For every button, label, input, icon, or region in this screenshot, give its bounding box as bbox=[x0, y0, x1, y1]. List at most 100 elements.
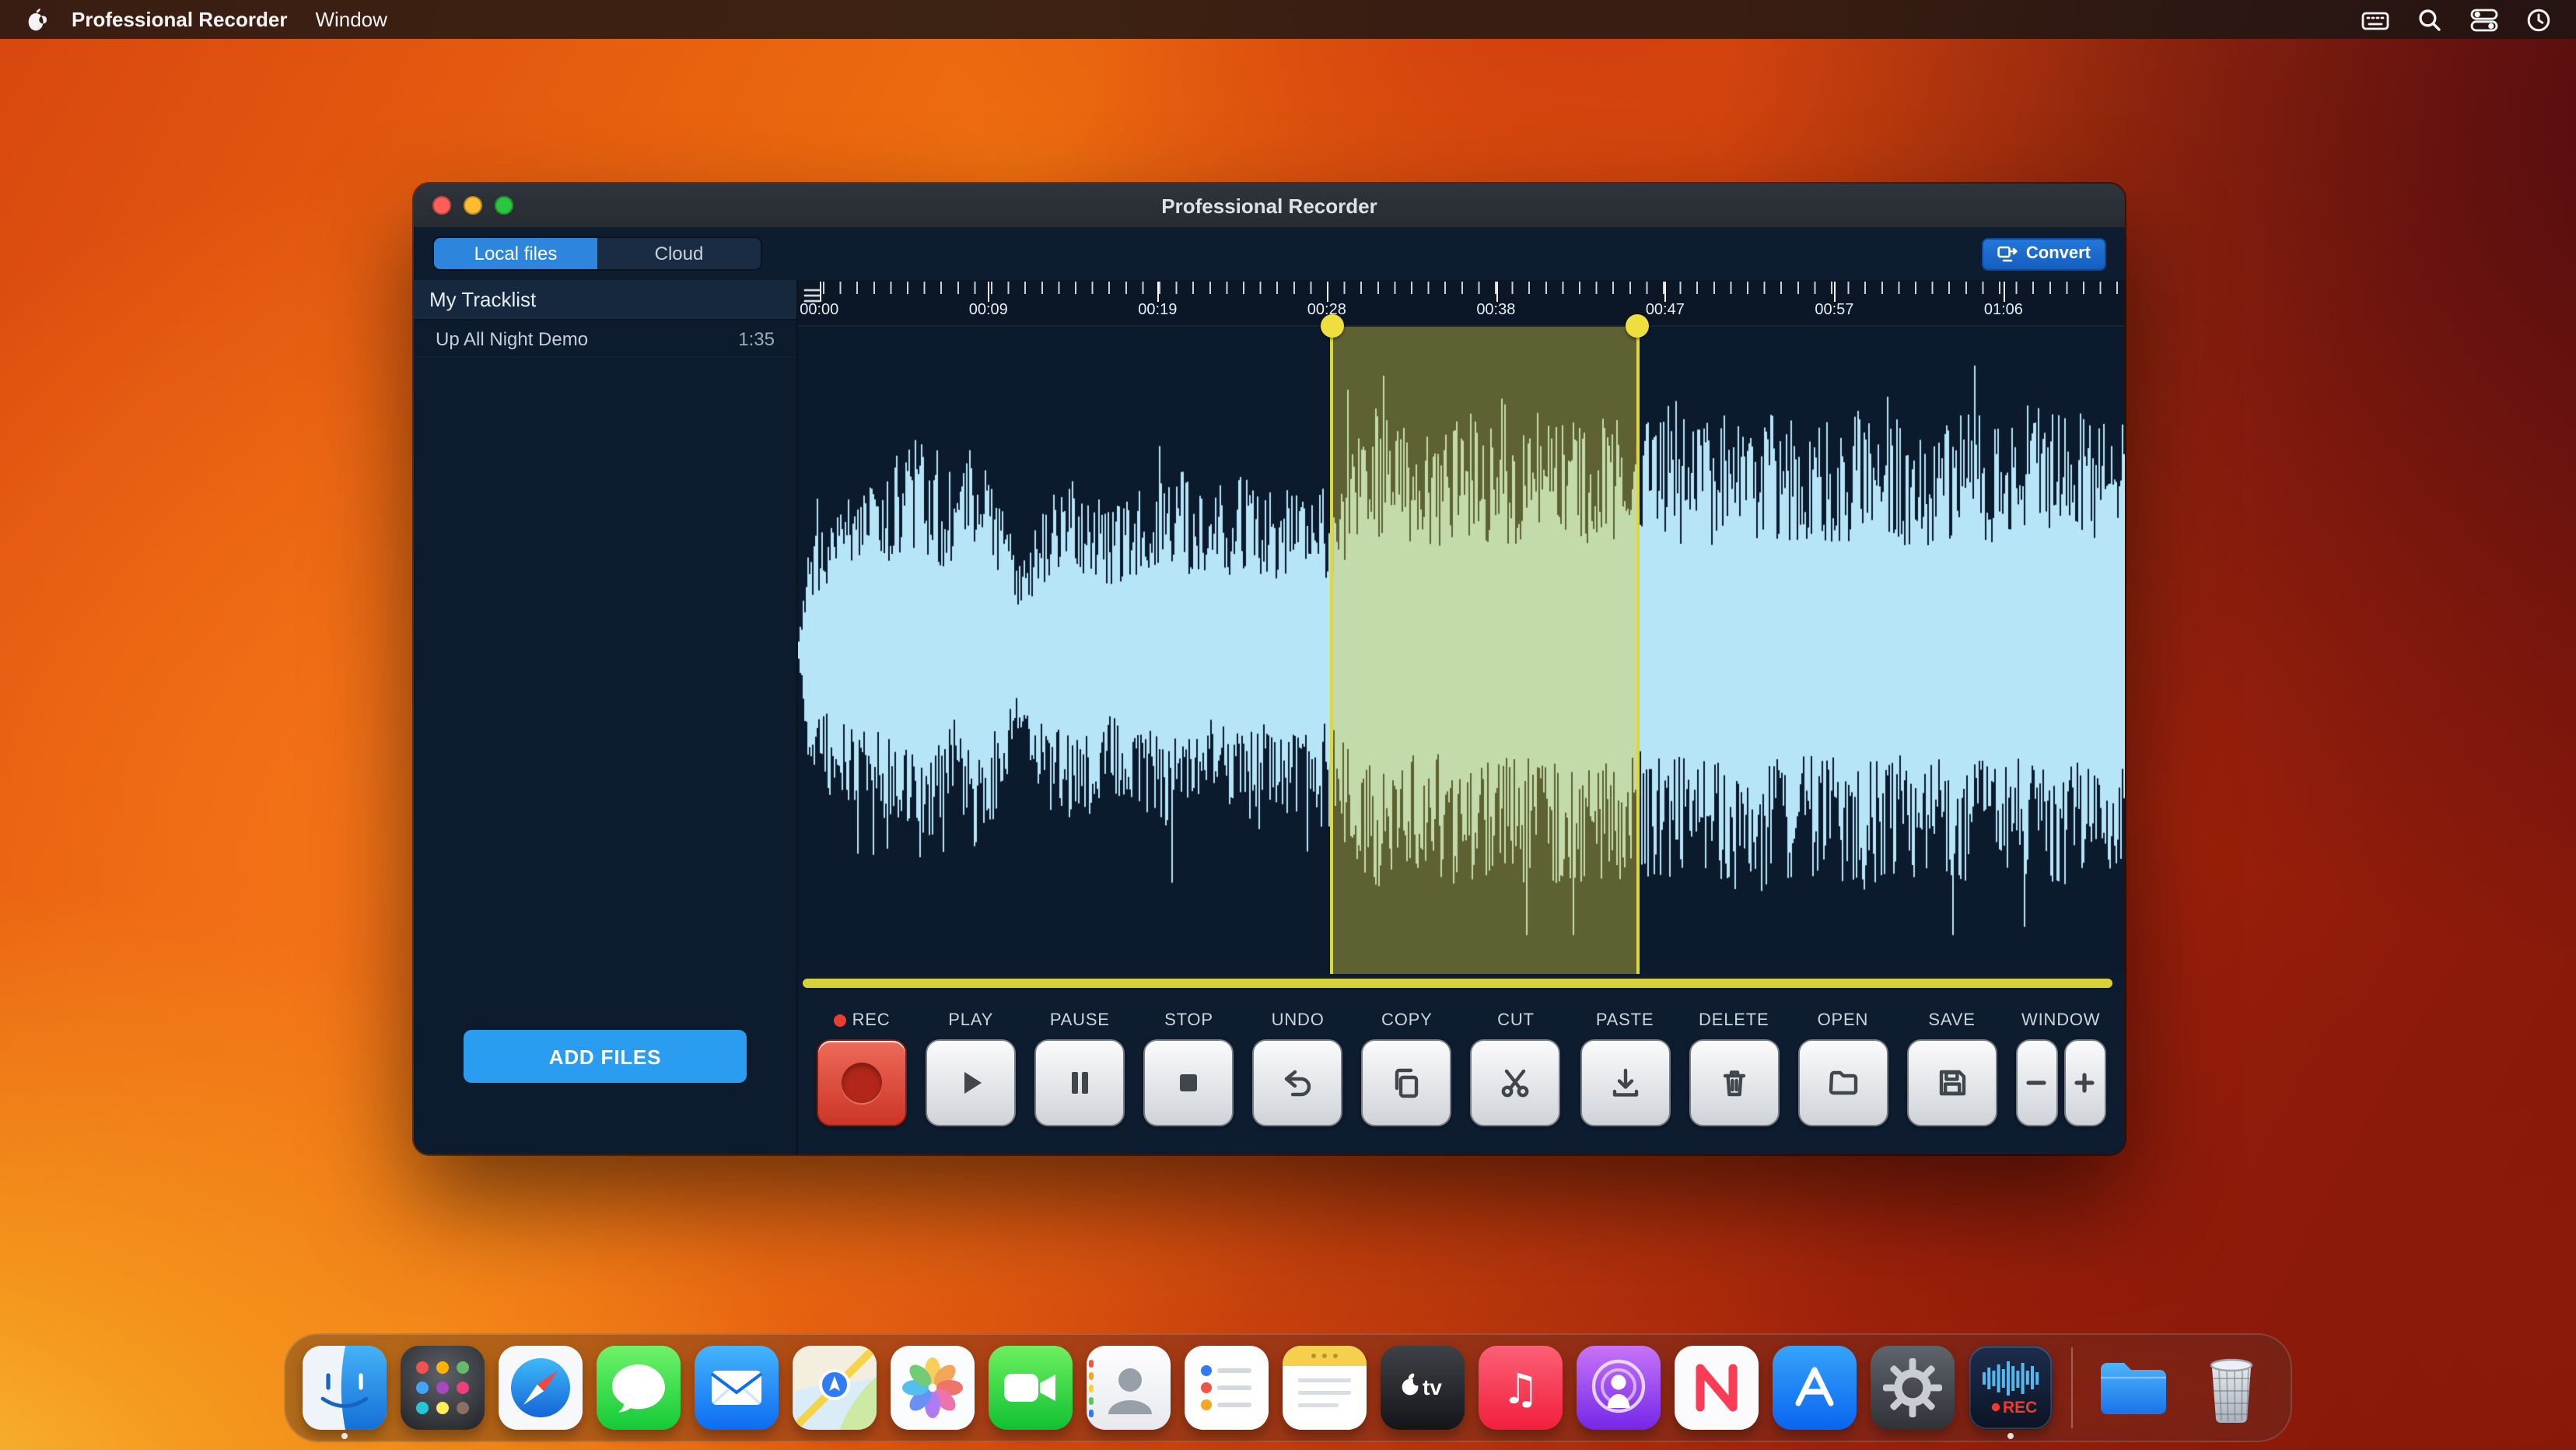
settings-icon bbox=[1871, 1346, 1955, 1430]
cut-button[interactable] bbox=[1471, 1039, 1561, 1126]
tab-cloud[interactable]: Cloud bbox=[597, 238, 761, 269]
delete-button[interactable] bbox=[1689, 1039, 1779, 1126]
track-list: Up All Night Demo 1:35 bbox=[414, 320, 796, 358]
open-button[interactable] bbox=[1797, 1039, 1888, 1126]
menu-bar: Professional Recorder Window bbox=[0, 0, 2576, 39]
convert-button[interactable]: Convert bbox=[1983, 237, 2106, 270]
selection-region[interactable] bbox=[1330, 327, 1639, 974]
dock-item-news[interactable] bbox=[1675, 1346, 1759, 1430]
dock-item-podcasts[interactable] bbox=[1577, 1346, 1661, 1430]
toolbar-label: PLAY bbox=[948, 1011, 993, 1030]
toolbar-group-rec: REC bbox=[817, 1011, 907, 1126]
tracklist-header: My Tracklist bbox=[414, 280, 796, 320]
apple-menu[interactable] bbox=[25, 7, 47, 32]
dock-item-safari[interactable] bbox=[499, 1346, 583, 1430]
toolbar-group-play: PLAY bbox=[926, 1011, 1016, 1126]
clock-icon[interactable] bbox=[2526, 7, 2551, 32]
timeline-label: 00:38 bbox=[1476, 302, 1515, 319]
professional-recorder-icon: REC bbox=[1969, 1346, 2053, 1430]
toolbar-label: OPEN bbox=[1818, 1011, 1869, 1030]
horizontal-scrollbar bbox=[798, 974, 2125, 993]
minus-button[interactable] bbox=[2016, 1039, 2058, 1126]
selection-start-handle[interactable] bbox=[1320, 314, 1343, 338]
track-duration: 1:35 bbox=[738, 327, 775, 349]
delete-icon bbox=[1715, 1064, 1752, 1102]
toolbar-label: CUT bbox=[1497, 1011, 1535, 1030]
pause-button[interactable] bbox=[1034, 1039, 1125, 1126]
zoom-button[interactable] bbox=[495, 196, 513, 215]
app-menu-title[interactable]: Professional Recorder bbox=[72, 8, 287, 31]
downloads-icon bbox=[2091, 1346, 2175, 1430]
paste-button[interactable] bbox=[1580, 1039, 1670, 1126]
dock-item-reminders[interactable] bbox=[1185, 1346, 1269, 1430]
editor-panel: 00:0000:0900:1900:2800:3800:4700:5701:06… bbox=[798, 280, 2125, 1154]
photos-icon bbox=[891, 1346, 975, 1430]
copy-icon bbox=[1388, 1064, 1426, 1102]
app-window: Professional Recorder Local files Cloud … bbox=[414, 184, 2125, 1154]
timeline-label: 00:47 bbox=[1646, 302, 1685, 319]
timeline-major-tick bbox=[1665, 282, 1667, 302]
play-button[interactable] bbox=[926, 1039, 1016, 1126]
svg-text:♫: ♫ bbox=[1502, 1364, 1539, 1413]
play-icon bbox=[952, 1064, 989, 1102]
dock-item-music[interactable]: ♫ bbox=[1479, 1346, 1563, 1430]
running-indicator bbox=[341, 1433, 348, 1439]
dock-item-messages[interactable] bbox=[597, 1346, 681, 1430]
plus-button[interactable] bbox=[2064, 1039, 2106, 1126]
timeline-major-tick bbox=[1834, 282, 1836, 302]
scrollbar-thumb[interactable] bbox=[803, 979, 2112, 988]
contacts-icon bbox=[1087, 1346, 1171, 1430]
dock-item-trash[interactable] bbox=[2189, 1346, 2273, 1430]
dock-item-professional-recorder[interactable]: REC bbox=[1969, 1346, 2053, 1430]
appletv-icon: tv bbox=[1381, 1346, 1465, 1430]
track-name: Up All Night Demo bbox=[436, 327, 588, 349]
menu-item-window[interactable]: Window bbox=[315, 8, 387, 31]
search-icon[interactable] bbox=[2417, 7, 2442, 32]
stop-button[interactable] bbox=[1143, 1039, 1234, 1126]
window-titlebar[interactable]: Professional Recorder bbox=[414, 184, 2125, 227]
dock-item-finder[interactable] bbox=[303, 1346, 387, 1430]
rec-button[interactable] bbox=[817, 1039, 907, 1126]
trash-icon bbox=[2189, 1346, 2273, 1430]
window-zoom-buttons bbox=[2016, 1039, 2106, 1126]
file-source-tabs: Local files Cloud bbox=[432, 236, 762, 271]
dock-item-photos[interactable] bbox=[891, 1346, 975, 1430]
sidebar: My Tracklist Up All Night Demo 1:35 ADD F… bbox=[414, 280, 798, 1154]
svg-text:tv: tv bbox=[1423, 1375, 1442, 1399]
toolbar-group-window: WINDOW bbox=[2016, 1011, 2106, 1126]
save-button[interactable] bbox=[1907, 1039, 1997, 1126]
track-row[interactable]: Up All Night Demo 1:35 bbox=[414, 320, 796, 358]
dock-item-maps[interactable] bbox=[793, 1346, 877, 1430]
dock-item-appstore[interactable] bbox=[1773, 1346, 1857, 1430]
dock-item-notes[interactable] bbox=[1283, 1346, 1367, 1430]
dock-item-facetime[interactable] bbox=[989, 1346, 1073, 1430]
dock-item-launchpad[interactable] bbox=[401, 1346, 485, 1430]
minus-icon bbox=[2023, 1064, 2051, 1102]
control-center-icon[interactable] bbox=[2470, 7, 2498, 32]
undo-button[interactable] bbox=[1253, 1039, 1343, 1126]
copy-button[interactable] bbox=[1362, 1039, 1452, 1126]
news-icon bbox=[1675, 1346, 1759, 1430]
timeline-major-tick bbox=[1496, 282, 1497, 302]
paste-icon bbox=[1606, 1064, 1643, 1102]
keyboard-icon[interactable] bbox=[2361, 7, 2389, 32]
add-files-button[interactable]: ADD FILES bbox=[464, 1030, 747, 1083]
plus-icon bbox=[2071, 1064, 2099, 1102]
dock-item-contacts[interactable] bbox=[1087, 1346, 1171, 1430]
dock-item-settings[interactable] bbox=[1871, 1346, 1955, 1430]
toolbar-group-paste: PASTE bbox=[1580, 1011, 1670, 1126]
dock-separator bbox=[2071, 1347, 2073, 1428]
finder-icon bbox=[303, 1346, 387, 1430]
close-button[interactable] bbox=[432, 196, 451, 215]
timeline-ruler[interactable]: 00:0000:0900:1900:2800:3800:4700:5701:06 bbox=[798, 280, 2125, 327]
dock-item-downloads[interactable] bbox=[2091, 1346, 2175, 1430]
appstore-icon bbox=[1773, 1346, 1857, 1430]
maps-icon bbox=[793, 1346, 877, 1430]
podcasts-icon bbox=[1577, 1346, 1661, 1430]
dock-item-appletv[interactable]: tv bbox=[1381, 1346, 1465, 1430]
timeline-label: 00:00 bbox=[800, 302, 838, 319]
tab-local-files[interactable]: Local files bbox=[434, 238, 597, 269]
minimize-button[interactable] bbox=[464, 196, 482, 215]
dock-item-mail[interactable] bbox=[695, 1346, 779, 1430]
toolbar-group-delete: DELETE bbox=[1689, 1011, 1779, 1126]
